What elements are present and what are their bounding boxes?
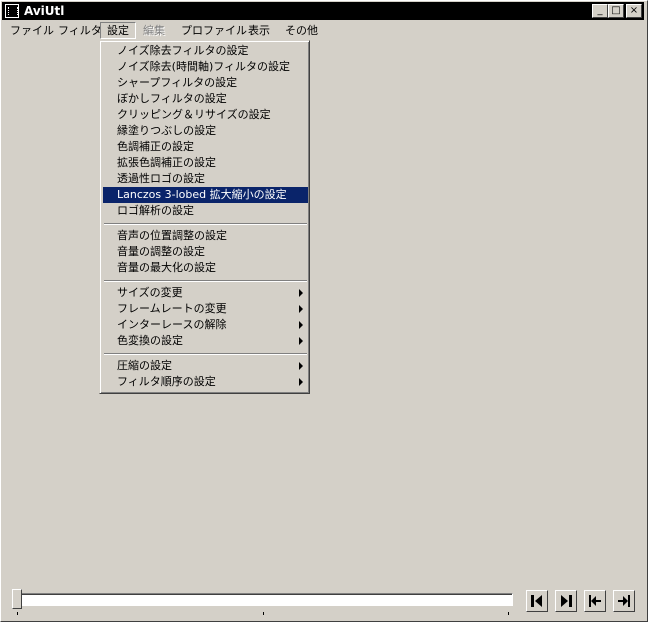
menu-item-size-change[interactable]: サイズの変更 (103, 285, 308, 301)
menu-item-logo-analysis[interactable]: ロゴ解析の設定 (103, 203, 308, 219)
menu-item-label: シャープフィルタの設定 (117, 76, 238, 89)
menu-separator (104, 223, 307, 225)
submenu-arrow-icon (299, 362, 303, 370)
menu-item-label: サイズの変更 (117, 286, 183, 299)
menu-item-label: 拡張色調補正の設定 (117, 156, 216, 169)
menu-item-label: 色調補正の設定 (117, 140, 194, 153)
menu-item-color-correction[interactable]: 色調補正の設定 (103, 139, 308, 155)
menu-item-blur-filter[interactable]: ぼかしフィルタの設定 (103, 91, 308, 107)
submenu-arrow-icon (299, 378, 303, 386)
menu-view[interactable]: 表示 (242, 22, 276, 39)
menu-item-volume-maximize[interactable]: 音量の最大化の設定 (103, 260, 308, 276)
menu-bar: ファイル フィルタ 設定 編集 プロファイル 表示 その他 (2, 21, 644, 40)
menu-item-noise-temporal-filter[interactable]: ノイズ除去(時間軸)フィルタの設定 (103, 59, 308, 75)
menu-item-label: ノイズ除去フィルタの設定 (117, 44, 249, 57)
menu-item-label: 音声の位置調整の設定 (117, 229, 227, 242)
menu-item-label: Lanczos 3-lobed 拡大縮小の設定 (117, 188, 287, 201)
menu-item-clipping-resize[interactable]: クリッピング＆リサイズの設定 (103, 107, 308, 123)
menu-item-border-fill[interactable]: 縁塗りつぶしの設定 (103, 123, 308, 139)
prev-frame-button[interactable] (526, 590, 548, 612)
minimize-icon: _ (597, 5, 603, 16)
timeline-tick (17, 612, 18, 615)
previous-frame-icon (531, 595, 542, 607)
menu-item-filter-order[interactable]: フィルタ順序の設定 (103, 374, 308, 390)
menu-item-framerate-change[interactable]: フレームレートの変更 (103, 301, 308, 317)
menu-item-transparent-logo[interactable]: 透過性ロゴの設定 (103, 171, 308, 187)
menu-item-label: 縁塗りつぶしの設定 (117, 124, 217, 137)
maximize-button[interactable]: □ (608, 4, 624, 18)
menu-item-label: ノイズ除去(時間軸)フィルタの設定 (117, 60, 291, 73)
window-title: AviUtl (24, 4, 65, 18)
close-icon: × (629, 5, 639, 16)
menu-item-extended-color-correction[interactable]: 拡張色調補正の設定 (103, 155, 308, 171)
settings-dropdown-menu: ノイズ除去フィルタの設定 ノイズ除去(時間軸)フィルタの設定 シャープフィルタの… (99, 40, 310, 394)
last-frame-button[interactable] (613, 590, 635, 612)
first-frame-icon (589, 595, 601, 607)
menu-item-color-conversion[interactable]: 色変換の設定 (103, 333, 308, 349)
timeline-tick (263, 612, 264, 615)
menu-item-label: フィルタ順序の設定 (117, 375, 216, 388)
menu-other[interactable]: その他 (279, 22, 324, 39)
close-button[interactable]: × (626, 4, 642, 18)
first-frame-button[interactable] (584, 590, 606, 612)
menu-item-sharpen-filter[interactable]: シャープフィルタの設定 (103, 75, 308, 91)
menu-edit: 編集 (143, 24, 165, 37)
menu-item-deinterlace[interactable]: インターレースの解除 (103, 317, 308, 333)
submenu-arrow-icon (299, 337, 303, 345)
timeline-thumb[interactable] (12, 589, 22, 609)
menu-separator (104, 353, 307, 355)
minimize-button[interactable]: _ (592, 4, 608, 18)
menu-item-noise-filter[interactable]: ノイズ除去フィルタの設定 (103, 43, 308, 59)
menu-item-label: 圧縮の設定 (117, 359, 172, 372)
last-frame-icon (618, 595, 630, 607)
menu-item-label: クリッピング＆リサイズの設定 (117, 108, 271, 121)
next-frame-icon (561, 595, 572, 607)
menu-item-lanczos-resize[interactable]: Lanczos 3-lobed 拡大縮小の設定 (103, 187, 308, 203)
submenu-arrow-icon (299, 289, 303, 297)
title-bar[interactable]: AviUtl _ □ × (2, 2, 644, 20)
submenu-arrow-icon (299, 305, 303, 313)
menu-item-label: 音量の最大化の設定 (117, 261, 216, 274)
menu-item-label: 色変換の設定 (117, 334, 183, 347)
menu-settings[interactable]: 設定 (100, 22, 136, 39)
menu-item-label: 音量の調整の設定 (117, 245, 205, 258)
submenu-arrow-icon (299, 321, 303, 329)
menu-item-label: ロゴ解析の設定 (117, 204, 194, 217)
timeline-track[interactable] (19, 593, 513, 606)
maximize-icon: □ (611, 5, 621, 16)
menu-separator (104, 280, 307, 282)
app-film-icon[interactable] (5, 4, 19, 18)
main-window (0, 0, 648, 622)
menu-item-label: 透過性ロゴの設定 (117, 172, 205, 185)
menu-item-label: インターレースの解除 (117, 318, 227, 331)
timeline-tick (508, 612, 509, 615)
menu-item-label: ぼかしフィルタの設定 (117, 92, 227, 105)
menu-item-compression[interactable]: 圧縮の設定 (103, 358, 308, 374)
next-frame-button[interactable] (555, 590, 577, 612)
menu-item-volume-adjust[interactable]: 音量の調整の設定 (103, 244, 308, 260)
menu-item-audio-position[interactable]: 音声の位置調整の設定 (103, 228, 308, 244)
menu-item-label: フレームレートの変更 (117, 302, 227, 315)
